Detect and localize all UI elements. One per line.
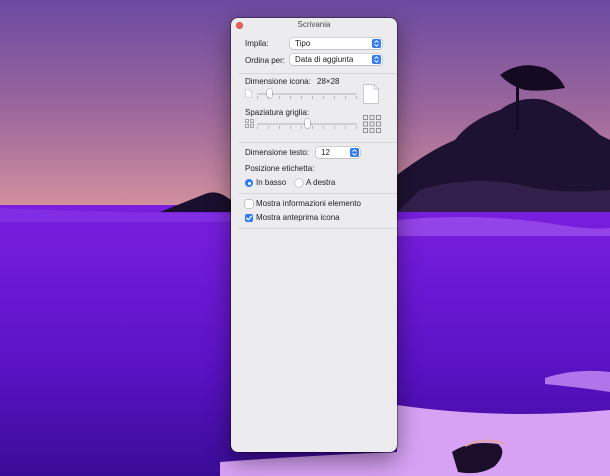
slider-tick <box>334 96 335 99</box>
icon-size-value: 28×28 <box>317 77 340 86</box>
slider-tick <box>312 126 313 129</box>
stack-by-value: Tipo <box>295 39 311 48</box>
show-item-info-checkbox[interactable] <box>245 200 253 208</box>
title-bar: Scrivania <box>231 18 397 32</box>
label-position-label: Posizione etichetta: <box>245 164 315 173</box>
grid-spacing-label: Spaziatura griglia: <box>245 108 310 117</box>
radio-bottom[interactable] <box>245 179 253 187</box>
large-grid-icon <box>363 115 381 133</box>
slider-tick <box>290 96 291 99</box>
slider-tick <box>279 126 280 129</box>
slider-tick <box>356 126 357 129</box>
slider-tick <box>268 126 269 129</box>
small-document-icon <box>245 89 252 98</box>
slider-tick <box>334 126 335 129</box>
large-document-icon <box>363 84 379 104</box>
slider-tick <box>257 126 258 129</box>
separator <box>239 73 397 74</box>
stack-by-select[interactable]: Tipo <box>290 38 382 49</box>
small-grid-icon <box>245 119 254 128</box>
radio-right-label: A destra <box>306 178 336 187</box>
grid-spacing-slider[interactable] <box>245 119 357 129</box>
slider-tick <box>301 96 302 99</box>
chevron-updown-icon <box>350 148 359 157</box>
slider-tick <box>312 96 313 99</box>
separator <box>239 142 397 143</box>
text-size-select[interactable]: 12 <box>316 147 360 158</box>
slider-tick <box>268 96 269 99</box>
slider-tick <box>323 96 324 99</box>
sort-by-label: Ordina per: <box>245 56 286 65</box>
slider-tick <box>290 126 291 129</box>
chevron-updown-icon <box>372 55 381 64</box>
text-size-value: 12 <box>321 148 330 157</box>
icon-size-slider[interactable] <box>245 89 357 99</box>
slider-knob[interactable] <box>304 119 310 128</box>
radio-right[interactable] <box>295 179 303 187</box>
slider-tick <box>356 96 357 99</box>
text-size-label: Dimensione testo: <box>245 148 310 157</box>
slider-tick <box>323 126 324 129</box>
radio-bottom-label: In basso <box>256 178 287 187</box>
show-item-info-label: Mostra informazioni elemento <box>256 199 361 208</box>
sort-by-value: Data di aggiunta <box>295 55 354 64</box>
checkmark-icon <box>245 215 253 221</box>
stack-by-label: Impila: <box>245 39 269 48</box>
window-title: Scrivania <box>297 20 331 29</box>
desktop-view-options-panel: Scrivania Impila: Tipo Ordina per: Data … <box>231 18 397 452</box>
slider-tick <box>301 126 302 129</box>
separator <box>239 228 397 229</box>
slider-track <box>257 93 357 95</box>
show-icon-preview-label: Mostra anteprima icona <box>256 213 340 222</box>
slider-tick <box>345 126 346 129</box>
slider-tick <box>345 96 346 99</box>
chevron-updown-icon <box>372 39 381 48</box>
icon-size-label: Dimensione icona: <box>245 77 311 86</box>
sort-by-select[interactable]: Data di aggiunta <box>290 54 382 65</box>
slider-tick <box>279 96 280 99</box>
show-icon-preview-checkbox[interactable] <box>245 214 253 222</box>
slider-tick <box>257 96 258 99</box>
separator <box>239 193 397 194</box>
